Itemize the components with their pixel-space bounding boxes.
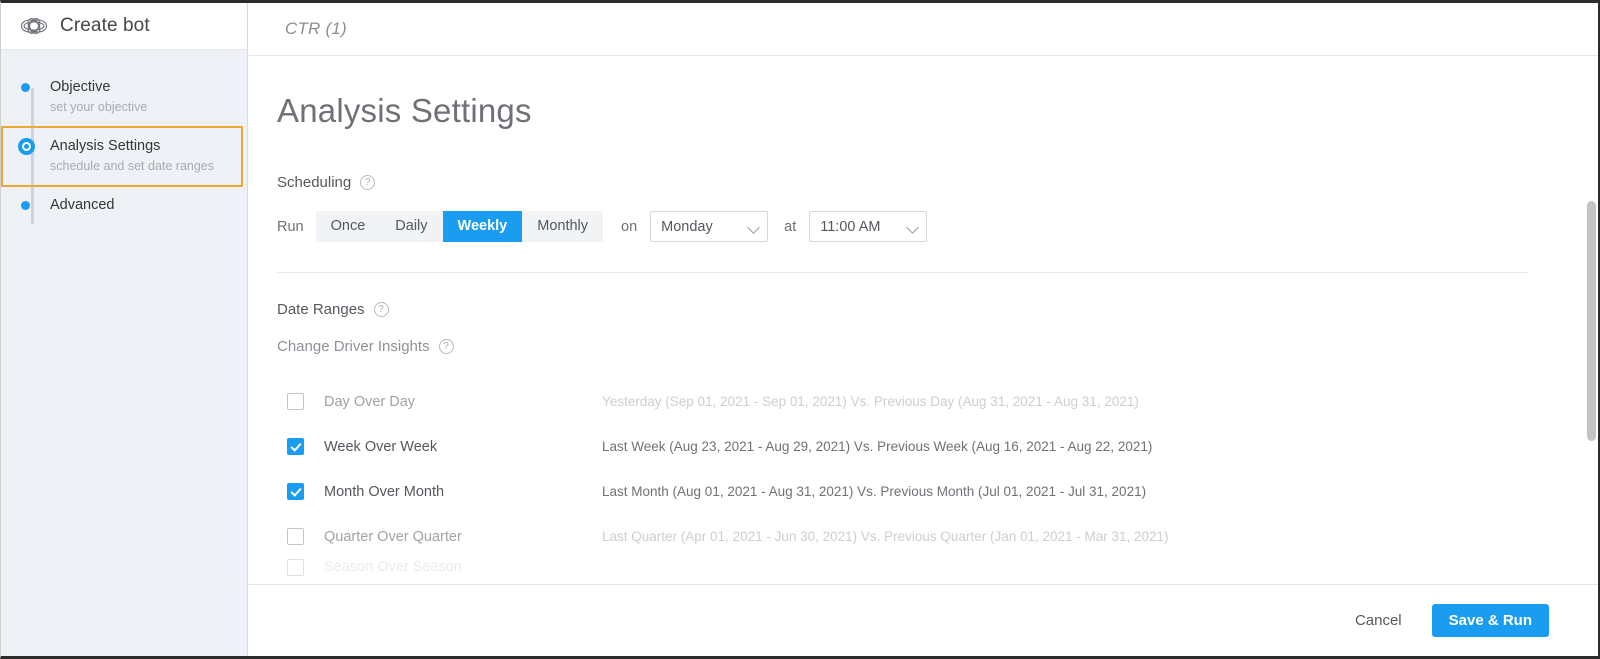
at-label: at xyxy=(784,218,797,235)
step-subtitle-analysis-settings: schedule and set date ranges xyxy=(50,159,215,173)
checkbox-day-over-day[interactable] xyxy=(287,393,304,410)
checkbox-week-over-week[interactable] xyxy=(287,438,304,455)
checkbox-season-over-season[interactable] xyxy=(287,559,304,576)
step-dot-advanced xyxy=(1,196,50,210)
range-month-over-month: Last Month (Aug 01, 2021 - Aug 31, 2021)… xyxy=(602,484,1147,499)
chevron-down-icon xyxy=(906,221,920,234)
label-season-over-season: Season Over Season xyxy=(324,559,462,575)
label-quarter-over-quarter: Quarter Over Quarter xyxy=(324,528,462,545)
day-of-week-select[interactable]: Monday xyxy=(650,211,769,242)
chevron-down-icon xyxy=(747,221,761,234)
breadcrumb: CTR (1) xyxy=(285,19,347,38)
page-title: Analysis Settings xyxy=(277,92,532,129)
scheduling-section-header: Scheduling ? xyxy=(277,174,1528,191)
table-row[interactable]: Season Over Season xyxy=(277,559,1528,579)
scheduling-controls: Run Once Daily Weekly Monthly on Monday … xyxy=(277,211,1528,242)
sidebar-item-advanced[interactable]: Advanced xyxy=(1,187,247,231)
sidebar-item-analysis-settings[interactable]: Analysis Settings schedule and set date … xyxy=(1,126,243,187)
table-row[interactable]: Quarter Over Quarter Last Quarter (Apr 0… xyxy=(277,514,1528,559)
checkbox-quarter-over-quarter[interactable] xyxy=(287,528,304,545)
table-row[interactable]: Week Over Week Last Week (Aug 23, 2021 -… xyxy=(277,424,1528,469)
help-icon[interactable]: ? xyxy=(360,175,376,190)
label-month-over-month: Month Over Month xyxy=(324,483,445,500)
knot-logo-icon xyxy=(20,18,48,34)
frequency-option-once[interactable]: Once xyxy=(315,211,381,242)
time-value: 11:00 AM xyxy=(820,218,881,235)
date-ranges-section-header: Date Ranges ? xyxy=(277,301,1528,318)
label-week-over-week: Week Over Week xyxy=(324,438,438,455)
range-quarter-over-quarter: Last Quarter (Apr 01, 2021 - Jun 30, 202… xyxy=(602,529,1169,544)
step-dot-objective xyxy=(1,78,50,92)
vertical-scrollbar[interactable] xyxy=(1585,109,1598,512)
save-and-run-button[interactable]: Save & Run xyxy=(1431,604,1549,637)
brand-title: Create bot xyxy=(60,15,150,36)
step-subtitle-objective: set your objective xyxy=(50,100,148,114)
main-panel: CTR (1) Analysis Settings Scheduling ? R… xyxy=(248,3,1598,656)
help-icon[interactable]: ? xyxy=(438,339,454,354)
checkbox-month-over-month[interactable] xyxy=(287,483,304,500)
step-dot-analysis-settings xyxy=(3,137,50,155)
table-row[interactable]: Day Over Day Yesterday (Sep 01, 2021 - S… xyxy=(277,379,1528,424)
time-select[interactable]: 11:00 AM xyxy=(809,211,928,242)
dot-icon xyxy=(21,83,30,92)
footer-action-bar: Cancel Save & Run xyxy=(248,584,1598,656)
step-title-advanced: Advanced xyxy=(50,197,115,213)
date-ranges-label: Date Ranges xyxy=(277,301,365,318)
sidebar-header: Create bot xyxy=(1,3,247,50)
label-day-over-day: Day Over Day xyxy=(324,393,416,410)
scheduling-label: Scheduling xyxy=(277,174,352,191)
frequency-segmented-control: Once Daily Weekly Monthly xyxy=(315,211,604,242)
change-driver-insights-label: Change Driver Insights xyxy=(277,338,430,355)
frequency-option-weekly[interactable]: Weekly xyxy=(442,211,523,242)
day-of-week-value: Monday xyxy=(661,218,713,235)
change-driver-insights-header: Change Driver Insights ? xyxy=(277,338,1528,355)
range-week-over-week: Last Week (Aug 23, 2021 - Aug 29, 2021) … xyxy=(602,439,1153,454)
cancel-button[interactable]: Cancel xyxy=(1351,606,1406,635)
help-icon[interactable]: ? xyxy=(373,302,389,317)
step-list: Objective set your objective Analysis Se… xyxy=(1,50,247,231)
frequency-option-monthly[interactable]: Monthly xyxy=(522,211,604,242)
run-label: Run xyxy=(277,218,304,235)
sidebar-item-objective[interactable]: Objective set your objective xyxy=(1,69,247,126)
content-scroll-area: Analysis Settings Scheduling ? Run Once … xyxy=(248,56,1598,584)
sidebar: Create bot Objective set your objective … xyxy=(1,3,248,656)
range-day-over-day: Yesterday (Sep 01, 2021 - Sep 01, 2021) … xyxy=(602,394,1139,409)
section-divider xyxy=(277,272,1528,273)
step-title-objective: Objective xyxy=(50,79,111,95)
step-title-analysis-settings: Analysis Settings xyxy=(50,138,161,154)
frequency-option-daily[interactable]: Daily xyxy=(380,211,443,242)
table-row[interactable]: Month Over Month Last Month (Aug 01, 202… xyxy=(277,469,1528,514)
on-label: on xyxy=(621,218,638,235)
dot-icon xyxy=(21,201,30,210)
topbar: CTR (1) xyxy=(248,3,1598,56)
create-bot-window: Create bot Objective set your objective … xyxy=(0,0,1600,659)
active-dot-icon xyxy=(18,138,35,155)
scrollbar-thumb[interactable] xyxy=(1587,201,1596,441)
